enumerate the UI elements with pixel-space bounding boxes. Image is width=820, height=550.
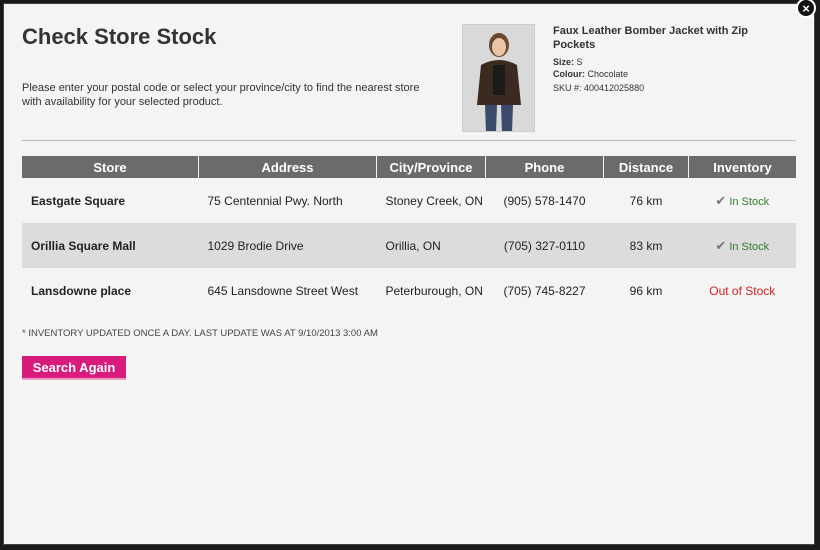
product-sku: SKU #: 400412025880	[553, 83, 645, 93]
store-city: Stoney Creek, ON	[385, 193, 483, 208]
header-city: City/Province	[376, 156, 486, 178]
table-row: Lansdowne place 645 Lansdowne Street Wes…	[22, 268, 796, 313]
store-name: Orillia Square Mall	[22, 223, 199, 268]
inventory-update-note: * INVENTORY UPDATED ONCE A DAY. LAST UPD…	[22, 328, 378, 339]
table-header-row: Store Address City/Province Phone Distan…	[22, 156, 796, 178]
header-inventory: Inventory	[688, 156, 796, 178]
store-phone: (705) 745-8227	[503, 283, 586, 298]
instructions-text: Please enter your postal code or select …	[22, 82, 420, 108]
product-name: Faux Leather Bomber Jacket with Zip Pock…	[553, 25, 748, 51]
store-phone: (905) 578-1470	[503, 193, 586, 208]
store-address: 645 Lansdowne Street West	[207, 283, 359, 298]
colour-value: Chocolate	[587, 69, 629, 79]
store-distance: 76 km	[629, 193, 663, 208]
inventory-status: ✔ In Stock	[689, 178, 797, 223]
table-row: Eastgate Square 75 Centennial Pwy. North…	[22, 178, 796, 223]
store-name: Eastgate Square	[31, 193, 126, 208]
page-title: Check Store Stock	[22, 24, 217, 49]
store-name: Lansdowne place	[31, 283, 132, 298]
product-size: Size: S	[553, 56, 773, 68]
close-icon[interactable]: ×	[796, 0, 816, 18]
product-info: Faux Leather Bomber Jacket with Zip Pock…	[553, 24, 773, 93]
product-photo-icon	[463, 25, 534, 131]
in-stock-label: In Stock	[729, 195, 770, 208]
store-stock-modal: × Check Store Stock Please enter your po…	[3, 0, 816, 545]
store-city: Peterburough, ON	[385, 283, 483, 298]
size-label: Size:	[553, 57, 575, 67]
header-address: Address	[198, 156, 377, 178]
check-icon: ✔	[715, 237, 727, 253]
product-colour: Colour: Chocolate	[553, 68, 773, 80]
store-distance: 83 km	[603, 223, 689, 268]
colour-label: Colour:	[553, 69, 585, 79]
size-value: S	[576, 57, 583, 67]
divider	[22, 140, 796, 141]
store-address: 75 Centennial Pwy. North	[207, 193, 343, 208]
table-row: Orillia Square Mall 1029 Brodie Drive Or…	[22, 223, 796, 268]
out-of-stock-label: Out of Stock	[709, 283, 776, 298]
store-distance: 96 km	[629, 283, 663, 298]
header-distance: Distance	[603, 156, 689, 178]
check-icon: ✔	[715, 192, 727, 208]
inventory-status: ✔ In Stock	[688, 223, 796, 268]
store-address: 1029 Brodie Drive	[198, 223, 377, 268]
stock-table: Store Address City/Province Phone Distan…	[22, 156, 796, 313]
search-again-button[interactable]: Search Again	[22, 356, 126, 378]
in-stock-label: In Stock	[729, 240, 770, 253]
product-image	[462, 24, 535, 132]
store-city: Orillia, ON	[376, 223, 486, 268]
header-store: Store	[22, 156, 199, 178]
header-phone: Phone	[485, 156, 604, 178]
inventory-status: Out of Stock	[689, 268, 797, 313]
store-phone: (705) 327-0110	[485, 223, 604, 268]
